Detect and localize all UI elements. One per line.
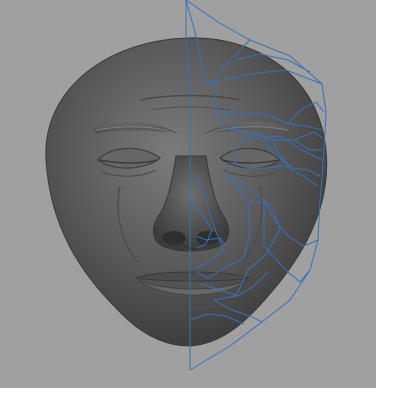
viewport-canvas (45, 0, 328, 371)
head-mesh[interactable] (45, 37, 328, 347)
3d-viewport[interactable] (0, 0, 376, 388)
